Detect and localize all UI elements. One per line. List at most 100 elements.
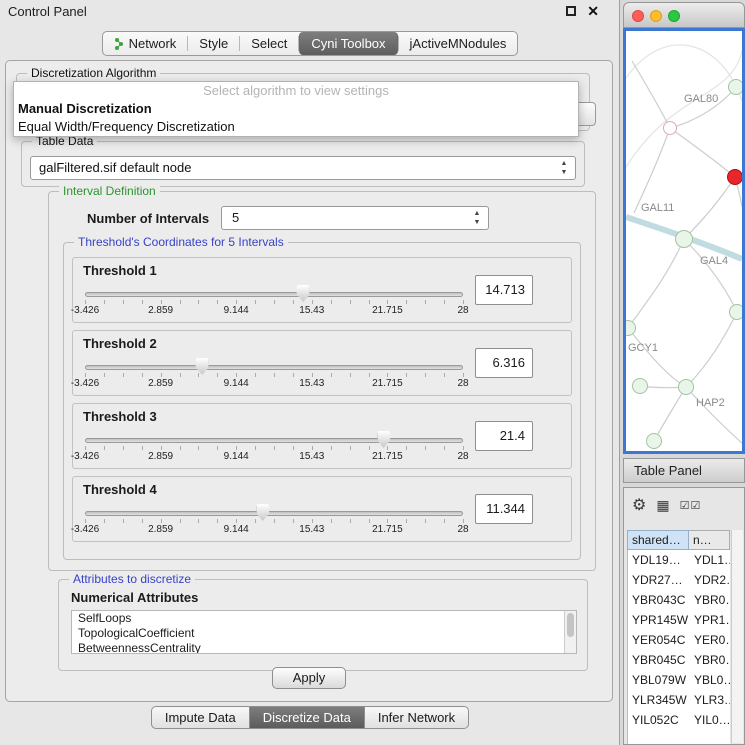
cell-name: YLR3… — [690, 690, 730, 710]
apply-button[interactable]: Apply — [272, 667, 346, 689]
slider-tick — [444, 373, 445, 377]
threshold-value-box[interactable]: 21.4 — [475, 421, 533, 451]
threshold-slider[interactable]: -3.4262.8599.14415.4321.71528 — [85, 503, 463, 539]
cell-name: YBR0… — [690, 650, 730, 670]
column-header-name[interactable]: n… — [689, 530, 730, 550]
tab-style[interactable]: Style — [188, 32, 239, 55]
bottom-tab-infer-network[interactable]: Infer Network — [364, 706, 469, 729]
select-columns-icon[interactable]: ☑☑ — [680, 499, 702, 512]
table-row[interactable]: YER054CYER0… — [628, 630, 730, 650]
dropdown-option-manual[interactable]: Manual Discretization — [14, 100, 578, 118]
network-node[interactable] — [646, 433, 662, 449]
slider-tick — [463, 519, 464, 523]
network-node[interactable] — [729, 304, 745, 320]
list-item[interactable]: BetweennessCentrality — [72, 641, 576, 654]
numerical-attributes-label: Numerical Attributes — [71, 590, 198, 605]
threshold-value-box[interactable]: 6.316 — [475, 348, 533, 378]
slider-track[interactable] — [85, 292, 463, 297]
slider-tick — [142, 373, 143, 377]
threshold-value-box[interactable]: 11.344 — [475, 494, 533, 524]
list-item[interactable]: TopologicalCoefficient — [72, 626, 576, 641]
slider-tick — [236, 446, 237, 450]
slider-tick — [350, 373, 351, 377]
slider-tick — [85, 519, 86, 523]
group-title: Attributes to discretize — [69, 572, 195, 586]
table-row[interactable]: YPR145WYPR1… — [628, 610, 730, 630]
toolbox-tabbar: Network StyleSelect Cyni Toolbox jActiveMNo… — [0, 31, 620, 56]
slider-tick — [217, 300, 218, 304]
list-item[interactable]: SelfLoops — [72, 611, 576, 626]
zoom-traffic-light-icon[interactable] — [668, 10, 680, 22]
float-window-icon[interactable] — [566, 6, 576, 16]
gear-icon[interactable]: ⚙ — [632, 495, 646, 515]
table-row[interactable]: YIL052CYIL0… — [628, 710, 730, 730]
slider-tick — [293, 519, 294, 523]
slider-tick-label: 9.144 — [224, 305, 249, 316]
bottom-tab-impute-data[interactable]: Impute Data — [151, 706, 250, 729]
slider-track[interactable] — [85, 365, 463, 370]
close-traffic-light-icon[interactable] — [632, 10, 644, 22]
network-node[interactable] — [728, 79, 744, 95]
list-scrollbar[interactable] — [564, 611, 576, 653]
network-node[interactable] — [663, 121, 677, 135]
network-canvas[interactable]: GAL80GAL11GAL4GCY1HAP2 — [623, 28, 745, 454]
tab-jactivemnodules[interactable]: jActiveMNodules — [399, 32, 518, 55]
tab-label: Cyni Toolbox — [311, 36, 385, 51]
slider-thumb[interactable] — [256, 504, 269, 521]
tab-label: jActiveMNodules — [410, 36, 507, 51]
slider-tick-label: 28 — [457, 524, 468, 535]
slider-tick — [369, 300, 370, 304]
dropdown-option-equal-width[interactable]: Equal Width/Frequency Discretization — [14, 118, 578, 136]
interval-definition-group: Interval Definition Number of Intervals … — [48, 191, 596, 571]
table-row[interactable]: YBR045CYBR0… — [628, 650, 730, 670]
tab-select[interactable]: Select — [240, 32, 298, 55]
minimize-traffic-light-icon[interactable] — [650, 10, 662, 22]
column-header-shared-name[interactable]: shared… — [627, 530, 689, 550]
cell-shared-name: YDR27… — [628, 570, 690, 590]
threshold-slider[interactable]: -3.4262.8599.14415.4321.71528 — [85, 284, 463, 320]
numerical-attributes-list[interactable]: SelfLoopsTopologicalCoefficientBetweenne… — [71, 610, 577, 654]
slider-tick — [123, 373, 124, 377]
threshold-slider[interactable]: -3.4262.8599.14415.4321.71528 — [85, 430, 463, 466]
slider-tick — [444, 519, 445, 523]
network-node[interactable] — [675, 230, 693, 248]
slider-tick — [387, 519, 388, 523]
slider-track[interactable] — [85, 511, 463, 516]
slider-tick — [180, 300, 181, 304]
network-node-label: GAL11 — [641, 202, 674, 214]
tab-label: Network — [129, 36, 177, 51]
slider-tick — [161, 300, 162, 304]
cell-shared-name: YER054C — [628, 630, 690, 650]
slider-tick — [161, 446, 162, 450]
bottom-tab-discretize-data[interactable]: Discretize Data — [249, 706, 365, 729]
tab-network[interactable]: Network — [103, 32, 188, 55]
threshold-panel: Threshold 2-3.4262.8599.14415.4321.71528… — [72, 330, 572, 396]
table-data-combo[interactable]: galFiltered.sif default node ▲▼ — [30, 156, 576, 180]
network-node[interactable] — [632, 378, 648, 394]
table-row[interactable]: YLR345WYLR3… — [628, 690, 730, 710]
network-titlebar[interactable] — [623, 2, 745, 28]
number-of-intervals-spinner[interactable]: 5 ▲▼ — [221, 206, 489, 230]
table-row[interactable]: YDR27…YDR2… — [628, 570, 730, 590]
slider-track[interactable] — [85, 438, 463, 443]
table-panel-header[interactable]: Table Panel — [623, 458, 745, 483]
threshold-label: Threshold 4 — [83, 482, 157, 497]
threshold-slider[interactable]: -3.4262.8599.14415.4321.71528 — [85, 357, 463, 393]
close-icon[interactable]: ✕ — [587, 3, 599, 20]
slider-thumb[interactable] — [297, 285, 310, 302]
network-node[interactable] — [678, 379, 694, 395]
table-row[interactable]: YBR043CYBR0… — [628, 590, 730, 610]
tab-cyni-toolbox[interactable]: Cyni Toolbox — [299, 32, 397, 55]
slider-tick — [463, 446, 464, 450]
network-node-label: HAP2 — [696, 397, 725, 409]
table-row[interactable]: YDL19…YDL1… — [628, 550, 730, 570]
network-node[interactable] — [727, 169, 743, 185]
table-header-row: shared… n… — [627, 530, 730, 550]
slider-tick — [425, 519, 426, 523]
slider-tick — [85, 446, 86, 450]
threshold-value-box[interactable]: 14.713 — [475, 275, 533, 305]
columns-icon[interactable]: ▦ — [656, 497, 669, 514]
scrollbar-thumb[interactable] — [567, 613, 574, 637]
table-scrollbar[interactable] — [731, 530, 743, 743]
table-row[interactable]: YBL079WYBL0… — [628, 670, 730, 690]
